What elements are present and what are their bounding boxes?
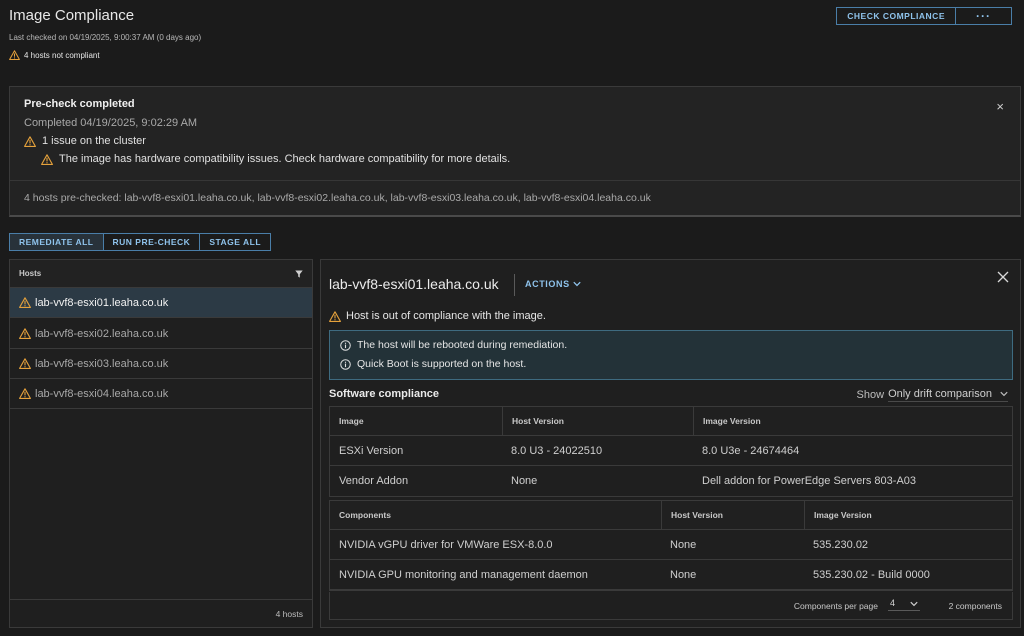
- divider: [10, 180, 1020, 181]
- hosts-prechecked-text: 4 hosts pre-checked: lab-vvf8-esxi01.lea…: [24, 192, 651, 204]
- table-header-row: Components Host Version Image Version: [330, 501, 1012, 530]
- table-row: NVIDIA GPU monitoring and management dae…: [330, 560, 1012, 590]
- warning-icon: [19, 388, 31, 399]
- host-list-item-label: lab-vvf8-esxi03.leaha.co.uk: [35, 357, 169, 370]
- software-compliance-title: Software compliance: [329, 388, 440, 400]
- precheck-title: Pre-check completed: [24, 98, 135, 110]
- components-table: Components Host Version Image Version NV…: [329, 500, 1013, 591]
- issue-summary-label: 1 issue on the cluster: [42, 135, 146, 147]
- components-count: 2 components: [948, 601, 1002, 611]
- chevron-down-icon: [573, 281, 581, 287]
- table-row: ESXi Version 8.0 U3 - 24022510 8.0 U3e -…: [330, 436, 1012, 466]
- run-precheck-button[interactable]: RUN PRE-CHECK: [102, 234, 200, 250]
- compliance-status-label: Host is out of compliance with the image…: [346, 310, 546, 322]
- precheck-issue-summary: 1 issue on the cluster: [24, 135, 146, 147]
- table-cell: Dell addon for PowerEdge Servers 803-A03: [702, 475, 917, 487]
- not-compliant-status: 4 hosts not compliant: [9, 50, 100, 60]
- last-checked-text: Last checked on 04/19/2025, 9:00:37 AM (…: [9, 33, 202, 42]
- per-page-select[interactable]: 4: [888, 598, 920, 611]
- precheck-issue-detail: The image has hardware compatibility iss…: [41, 153, 510, 165]
- column-header: Image Version: [693, 407, 1013, 435]
- table-cell: 535.230.02 - Build 0000: [813, 568, 930, 581]
- issue-detail-label: The image has hardware compatibility iss…: [59, 153, 511, 165]
- info-icon: [340, 339, 351, 351]
- header-button-group: CHECK COMPLIANCE ···: [836, 7, 1012, 25]
- table-header-row: Image Host Version Image Version: [330, 407, 1012, 436]
- table-cell: NVIDIA vGPU driver for VMWare ESX-8.0.0: [339, 538, 553, 551]
- divider: [514, 274, 515, 296]
- remediate-all-button[interactable]: REMEDIATE ALL: [10, 234, 103, 250]
- warning-icon: [329, 310, 341, 322]
- column-header: Host Version: [502, 407, 693, 435]
- table-cell: NVIDIA GPU monitoring and management dae…: [339, 568, 588, 581]
- table-cell: Vendor Addon: [339, 475, 409, 487]
- show-filter: Show Only drift comparison: [857, 388, 1008, 402]
- column-header: Host Version: [661, 501, 804, 529]
- action-button-group: REMEDIATE ALL RUN PRE-CHECK STAGE ALL: [9, 233, 272, 251]
- table-cell: ESXi Version: [339, 444, 404, 457]
- precheck-panel: Pre-check completed Completed 04/19/2025…: [9, 86, 1021, 217]
- table-cell: None: [511, 475, 538, 487]
- table-cell: 8.0 U3e - 24674464: [702, 444, 800, 457]
- warning-icon: [19, 297, 31, 308]
- hosts-list-header: Hosts: [10, 260, 312, 288]
- show-label: Show: [856, 389, 885, 401]
- image-compliance-table: Image Host Version Image Version ESXi Ve…: [329, 406, 1013, 497]
- warning-icon: [9, 50, 20, 60]
- table-row: NVIDIA vGPU driver for VMWare ESX-8.0.0 …: [330, 530, 1012, 560]
- info-message-label: The host will be rebooted during remedia…: [357, 339, 568, 351]
- actions-dropdown[interactable]: ACTIONS: [525, 279, 581, 289]
- host-list-item-label: lab-vvf8-esxi02.leaha.co.uk: [35, 327, 169, 340]
- precheck-close-button[interactable]: ×: [996, 99, 1004, 114]
- chevron-down-icon: [1000, 391, 1008, 397]
- not-compliant-label: 4 hosts not compliant: [24, 50, 100, 60]
- detail-host-name: lab-vvf8-esxi01.leaha.co.uk: [329, 276, 499, 292]
- host-list-item[interactable]: lab-vvf8-esxi01.leaha.co.uk: [10, 288, 312, 318]
- table-cell: 8.0 U3 - 24022510: [511, 444, 603, 457]
- table-cell: 535.230.02: [813, 538, 869, 551]
- host-list-item-label: lab-vvf8-esxi04.leaha.co.uk: [35, 387, 169, 400]
- hosts-count: 4 hosts: [275, 609, 303, 619]
- host-list-item-label: lab-vvf8-esxi01.leaha.co.uk: [35, 296, 169, 309]
- per-page-label: Components per page: [793, 601, 878, 611]
- hosts-list-footer: 4 hosts: [10, 599, 312, 627]
- hosts-column-header: Hosts: [19, 269, 42, 278]
- close-icon[interactable]: [997, 271, 1009, 283]
- warning-icon: [41, 153, 53, 165]
- table-row: Vendor Addon None Dell addon for PowerEd…: [330, 466, 1012, 496]
- column-header: Image Version: [804, 501, 1013, 529]
- info-message: The host will be rebooted during remedia…: [340, 339, 567, 351]
- host-detail-panel: lab-vvf8-esxi01.leaha.co.uk ACTIONS Host…: [320, 259, 1021, 628]
- warning-icon: [19, 358, 31, 369]
- filter-icon[interactable]: [295, 270, 303, 278]
- show-select-value: Only drift comparison: [888, 388, 992, 400]
- table-pagination: Components per page 4 2 components: [329, 592, 1013, 620]
- per-page-value: 4: [890, 598, 896, 608]
- column-header: Components: [339, 510, 391, 520]
- host-list-item[interactable]: lab-vvf8-esxi02.leaha.co.uk: [10, 319, 312, 349]
- page-title: Image Compliance: [9, 7, 135, 24]
- precheck-completed-time: Completed 04/19/2025, 9:02:29 AM: [24, 117, 198, 129]
- warning-icon: [24, 135, 36, 147]
- show-select[interactable]: Only drift comparison: [888, 388, 1008, 402]
- hosts-list-panel: Hosts lab-vvf8-esxi01.leaha.co.uk lab-vv…: [9, 259, 313, 628]
- more-options-button[interactable]: ···: [955, 8, 1011, 24]
- table-cell: None: [670, 538, 697, 551]
- stage-all-button[interactable]: STAGE ALL: [199, 234, 270, 250]
- chevron-down-icon: [910, 601, 918, 607]
- warning-icon: [19, 328, 31, 339]
- info-alert: The host will be rebooted during remedia…: [329, 330, 1013, 380]
- column-header: Image: [339, 416, 364, 426]
- info-icon: [340, 358, 351, 370]
- check-compliance-button[interactable]: CHECK COMPLIANCE: [837, 8, 955, 24]
- host-list-item[interactable]: lab-vvf8-esxi04.leaha.co.uk: [10, 379, 312, 409]
- host-list-item[interactable]: lab-vvf8-esxi03.leaha.co.uk: [10, 349, 312, 379]
- info-message: Quick Boot is supported on the host.: [340, 358, 526, 370]
- info-message-label: Quick Boot is supported on the host.: [357, 358, 527, 370]
- compliance-status: Host is out of compliance with the image…: [329, 310, 546, 322]
- actions-label: ACTIONS: [525, 279, 570, 289]
- table-cell: None: [670, 568, 697, 581]
